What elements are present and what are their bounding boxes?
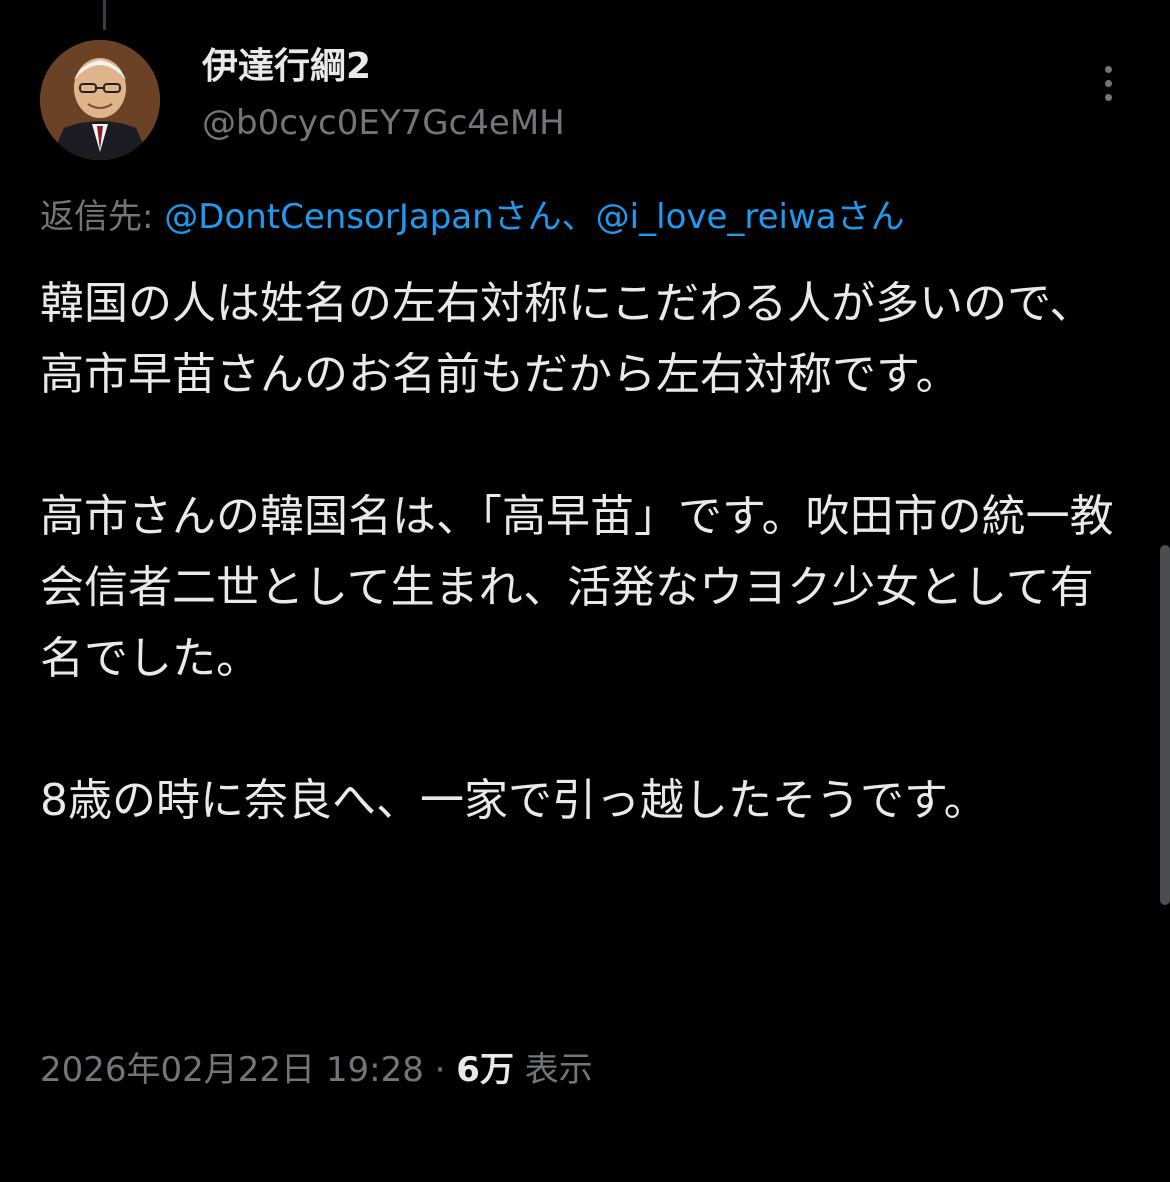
- more-vertical-icon: [1104, 65, 1112, 101]
- more-options-button[interactable]: [1090, 58, 1126, 108]
- avatar[interactable]: [40, 40, 160, 160]
- thread-connector-line: [103, 0, 106, 30]
- display-name[interactable]: 伊達行綱2: [202, 42, 371, 92]
- views-label: 表示: [513, 1050, 593, 1090]
- mention-link-dontcensorjapan[interactable]: @DontCensorJapanさん: [164, 197, 561, 237]
- tweet-paragraph: 高市さんの韓国名は、「高早苗」です。吹田市の統一教会信者二世として生まれ、活発な…: [40, 491, 1114, 684]
- replying-to-label: 返信先:: [40, 197, 165, 237]
- profile-photo-icon: [40, 40, 160, 160]
- replying-to: 返信先: @DontCensorJapanさん、@i_love_reiwaさん: [40, 192, 905, 242]
- mention-separator: 、: [561, 197, 596, 237]
- user-handle[interactable]: @b0cyc0EY7Gc4eMH: [202, 100, 565, 146]
- tweet-paragraph: 8歳の時に奈良へ、一家で引っ越したそうです。: [40, 775, 988, 826]
- scrollbar[interactable]: [1160, 545, 1170, 905]
- views-count[interactable]: 6万: [456, 1050, 514, 1090]
- meta-separator-dot: ·: [423, 1050, 457, 1090]
- tweet-meta: 2026年02月22日 19:28 · 6万 表示: [40, 1045, 593, 1095]
- tweet-text: 韓国の人は姓名の左右対称にこだわる人が多いので、高市早苗さんのお名前もだから左右…: [40, 268, 1130, 836]
- timestamp[interactable]: 2026年02月22日 19:28: [40, 1050, 424, 1090]
- mention-link-i-love-reiwa[interactable]: @i_love_reiwaさん: [596, 197, 905, 237]
- tweet-paragraph: 韓国の人は姓名の左右対称にこだわる人が多いので、高市早苗さんのお名前もだから左右…: [40, 278, 1094, 400]
